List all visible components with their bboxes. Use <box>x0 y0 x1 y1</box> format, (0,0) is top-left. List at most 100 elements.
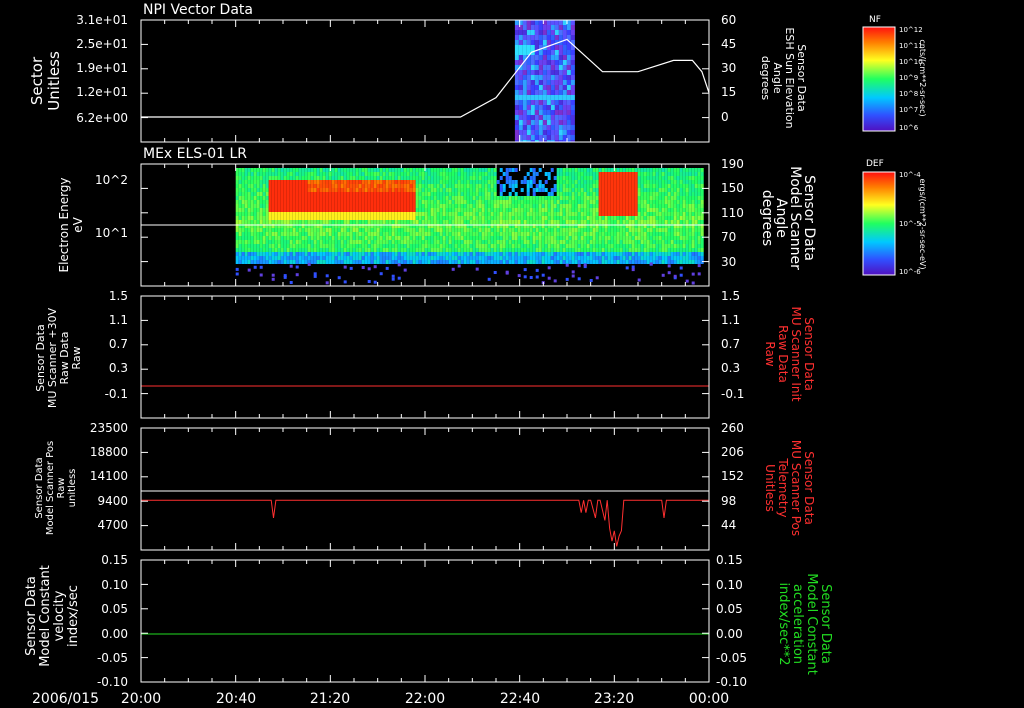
els-spectrogram-cell <box>556 244 560 248</box>
els-spectrogram-cell <box>313 172 317 176</box>
els-spectrogram-cell <box>637 196 641 200</box>
els-spectrogram-cell <box>280 196 284 200</box>
els-spectrogram-cell <box>412 260 416 264</box>
els-spectrogram-cell <box>538 196 542 200</box>
els-spectrogram-cell <box>235 272 239 276</box>
els-spectrogram-cell <box>571 192 575 196</box>
els-spectrogram-cell <box>700 208 704 212</box>
els-spectrogram-cell <box>235 260 239 264</box>
els-spectrogram-cell <box>562 192 566 196</box>
els-spectrogram-cell <box>496 212 500 216</box>
els-spectrogram-cell <box>412 220 416 224</box>
npi-spectrogram-cell <box>518 75 523 80</box>
npi-spectrogram-cell <box>566 75 571 80</box>
els-spectrogram-cell <box>487 236 491 240</box>
els-spectrogram-cell <box>499 244 503 248</box>
els-spectrogram-cell <box>655 232 659 236</box>
els-spectrogram-cell <box>382 172 386 176</box>
els-spectrogram-cell <box>253 184 257 188</box>
els-spectrogram-cell <box>526 212 530 216</box>
els-spectrogram-cell <box>337 220 341 224</box>
els-spectrogram-cell <box>277 192 281 196</box>
els-spectrogram-cell <box>589 244 593 248</box>
els-spectrogram-cell <box>478 228 482 232</box>
els-spectrogram-cell <box>598 216 602 220</box>
els-spectrogram-cell <box>616 188 620 192</box>
els-spectrogram-cell <box>658 232 662 236</box>
els-spectrogram-cell <box>463 200 467 204</box>
els-spectrogram-cell <box>322 200 326 204</box>
els-spectrogram-cell <box>511 228 515 232</box>
els-spectrogram-cell <box>418 216 422 220</box>
els-spectrogram-cell <box>403 260 407 264</box>
els-spectrogram-cell <box>388 252 392 256</box>
els-spectrogram-cell <box>565 260 569 264</box>
els-spectrogram-cell <box>694 216 698 220</box>
els-spectrogram-cell <box>424 204 428 208</box>
els-spectrogram-cell <box>499 192 503 196</box>
els-spectrogram-cell <box>346 260 350 264</box>
npi-spectrogram-cell <box>554 30 559 35</box>
els-spectrogram-cell <box>514 180 518 184</box>
els-spectrogram-cell <box>268 172 272 176</box>
els-spectrogram-cell <box>667 220 671 224</box>
els-spectrogram-cell <box>526 236 530 240</box>
els-spectrogram-cell <box>598 260 602 264</box>
els-spectrogram-cell <box>367 216 371 220</box>
els-spectrogram-cell <box>283 180 287 184</box>
els-spectrogram-cell <box>238 168 242 172</box>
els-spectrogram-cell <box>466 180 470 184</box>
constant-right-label: acceleration <box>790 584 805 664</box>
els-spectrogram-cell <box>601 216 605 220</box>
els-spectrogram-cell <box>508 252 512 256</box>
panel-scanner-pos: 23500 18800 14100 9400 4700 Sensor Data … <box>34 421 816 551</box>
els-spectrogram-cell <box>268 236 272 240</box>
els-spectrogram-cell <box>271 248 275 252</box>
els-spectrogram-cell <box>517 240 521 244</box>
els-spectrogram-cell <box>244 180 248 184</box>
els-spectrogram-cell <box>556 260 560 264</box>
els-spectrogram-cell <box>241 252 245 256</box>
els-spectrogram-cell <box>247 216 251 220</box>
els-spectrogram-cell <box>499 232 503 236</box>
els-spectrogram-cell <box>304 172 308 176</box>
els-spectrogram-cell <box>535 172 539 176</box>
els-spectrogram-cell <box>412 240 416 244</box>
els-spectrogram-cell <box>406 208 410 212</box>
npi-spectrogram-cell <box>570 130 575 135</box>
npi-spectrogram-cell <box>566 120 571 125</box>
els-spectrogram-cell <box>376 252 380 256</box>
els-spectrogram-cell <box>601 168 605 172</box>
els-spectrogram-cell <box>628 228 632 232</box>
els-spectrogram-cell <box>328 256 332 260</box>
els-spectrogram-cell <box>307 192 311 196</box>
els-spectrogram-cell <box>424 176 428 180</box>
els-spectrogram-cell <box>547 266 551 270</box>
els-spectrogram-cell <box>655 168 659 172</box>
els-spectrogram-cell <box>280 232 284 236</box>
els-spectrogram-cell <box>415 176 419 180</box>
els-spectrogram-cell <box>241 232 245 236</box>
els-spectrogram-cell <box>658 180 662 184</box>
els-spectrogram-cell <box>574 176 578 180</box>
panel-constant-right-axis: 0.15 0.10 0.05 0.00 -0.05 -0.10 Sensor D… <box>716 553 833 689</box>
els-spectrogram-cell <box>478 220 482 224</box>
els-spectrogram-cell <box>676 184 680 188</box>
els-spectrogram-cell <box>625 176 629 180</box>
els-spectrogram-cell <box>616 232 620 236</box>
els-spectrogram-cell <box>562 204 566 208</box>
els-spectrogram-cell <box>493 180 497 184</box>
els-spectrogram-cell <box>361 256 365 260</box>
els-spectrogram-cell <box>340 188 344 192</box>
els-spectrogram-cell <box>694 240 698 244</box>
npi-spectrogram-cell <box>550 50 555 55</box>
els-spectrogram-cell <box>685 240 689 244</box>
els-spectrogram-cell <box>520 204 524 208</box>
els-spectrogram-cell <box>487 220 491 224</box>
els-spectrogram-cell <box>433 204 437 208</box>
els-spectrogram-cell <box>604 192 608 196</box>
els-spectrogram-cell <box>451 172 455 176</box>
els-spectrogram-cell <box>259 216 263 220</box>
els-spectrogram-cell <box>349 228 353 232</box>
els-spectrogram-cell <box>685 168 689 172</box>
